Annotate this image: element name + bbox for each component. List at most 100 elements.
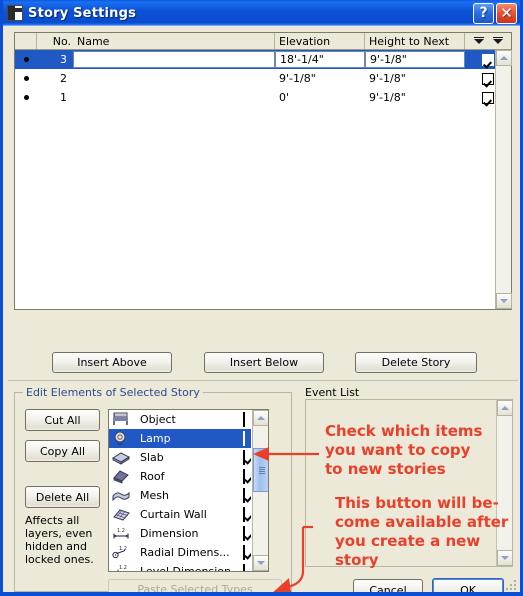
story-name-input[interactable] [73, 69, 275, 88]
list-item-label: Level Dimension [140, 565, 243, 571]
scroll-up-icon[interactable] [496, 50, 512, 66]
row-marker-icon[interactable] [15, 50, 37, 69]
story-number[interactable]: 3 [37, 50, 73, 69]
annotation-button-availability: This button will be- come available afte… [335, 494, 509, 569]
title-bar-left: Story Settings [7, 5, 471, 21]
edit-elements-group-title: Edit Elements of Selected Story [23, 386, 203, 399]
list-item-label: Slab [140, 451, 164, 464]
list-item-checkbox[interactable] [243, 412, 245, 427]
svg-text:1.2: 1.2 [119, 565, 127, 571]
curtain-wall-icon [112, 507, 131, 523]
story-app-icon [7, 5, 23, 21]
insert-above-button[interactable]: Insert Above [52, 352, 172, 373]
list-item[interactable]: Lamp [109, 429, 251, 448]
sort-arrows-icon [473, 36, 503, 44]
affects-all-layers-note: Affects all layers, even hidden and lock… [25, 514, 94, 566]
element-type-list-scrollbar[interactable] [252, 410, 268, 571]
event-scroll-up-icon[interactable] [497, 400, 512, 416]
list-item-checkbox[interactable] [243, 526, 245, 541]
separator [8, 380, 518, 381]
list-item-checkbox[interactable] [243, 431, 245, 446]
story-elevation[interactable]: 0' [275, 88, 365, 107]
list-item-checkbox[interactable] [243, 507, 245, 522]
help-icon[interactable]: ? [473, 2, 494, 24]
ok-button[interactable]: OK [432, 578, 504, 592]
list-item[interactable]: Slab [109, 448, 251, 467]
annotation-check-items: Check which items you want to copy to ne… [325, 422, 483, 478]
list-item[interactable]: 1.2 Radial Dimens... [109, 543, 251, 562]
story-elevation[interactable]: 9'-1/8" [275, 69, 365, 88]
list-scroll-down-icon[interactable] [253, 555, 268, 571]
lamp-icon [112, 431, 131, 447]
list-item[interactable]: Curtain Wall [109, 505, 251, 524]
copy-all-button[interactable]: Copy All [25, 440, 100, 462]
row-marker-icon[interactable] [15, 88, 37, 107]
list-item[interactable]: 1.2 Dimension [109, 524, 251, 543]
story-height-to-next[interactable]: 9'-1/8" [365, 51, 465, 68]
event-list-title: Event List [305, 386, 360, 399]
list-item-label: Dimension [140, 527, 199, 540]
table-row[interactable]: 3 18'-1/4" 9'-1/8" [15, 50, 511, 69]
column-header-elevation[interactable]: Elevation [275, 33, 365, 49]
dimension-icon: 1.2 [112, 526, 131, 542]
column-header-height-to-next[interactable]: Height to Next [365, 33, 465, 49]
list-item[interactable]: 1.2 Level Dimension [109, 562, 251, 571]
list-item-label: Lamp [140, 432, 171, 445]
list-scroll-thumb[interactable] [253, 448, 268, 492]
delete-all-button[interactable]: Delete All [25, 486, 100, 508]
delete-story-button[interactable]: Delete Story [355, 352, 477, 373]
cancel-button[interactable]: Cancel [353, 579, 423, 592]
roof-icon [112, 469, 131, 485]
list-item-checkbox[interactable] [243, 488, 245, 503]
list-item-label: Curtain Wall [140, 508, 207, 521]
resize-grip-icon[interactable] [506, 578, 518, 590]
list-scroll-up-icon[interactable] [253, 410, 268, 426]
radial-dimension-icon: 1.2 [112, 545, 131, 561]
story-name-input[interactable] [73, 51, 275, 68]
cut-all-button[interactable]: Cut All [25, 409, 100, 431]
slab-icon [111, 450, 131, 466]
title-bar[interactable]: Story Settings ? ✕ [3, 0, 520, 26]
row-marker-icon[interactable] [15, 69, 37, 88]
story-table-scrollbar[interactable] [495, 50, 512, 309]
table-row[interactable]: 2 9'-1/8" 9'-1/8" [15, 69, 511, 88]
story-number[interactable]: 1 [37, 88, 73, 107]
list-item-label: Object [140, 413, 176, 426]
insert-below-button[interactable]: Insert Below [204, 352, 324, 373]
column-header-no[interactable]: No. [37, 33, 73, 49]
scroll-down-icon[interactable] [496, 293, 512, 309]
column-header-bullet[interactable] [15, 33, 37, 49]
close-icon[interactable]: ✕ [496, 2, 517, 24]
list-item-checkbox[interactable] [243, 545, 245, 560]
table-row[interactable]: 1 0' 9'-1/8" [15, 88, 511, 107]
level-dimension-icon: 1.2 [112, 564, 131, 571]
list-item-checkbox[interactable] [243, 564, 245, 571]
element-type-list-rows: Object Lamp Slab Roof Mesh Curtain Wall 1.2 Dim… [109, 410, 251, 571]
column-header-name[interactable]: Name [73, 33, 275, 49]
list-item[interactable]: Roof [109, 467, 251, 486]
list-item-label: Roof [140, 470, 165, 483]
list-item-label: Radial Dimens... [140, 546, 230, 559]
story-elevation[interactable]: 18'-1/4" [275, 51, 365, 68]
story-height-to-next[interactable]: 9'-1/8" [365, 88, 465, 107]
story-height-to-next[interactable]: 9'-1/8" [365, 69, 465, 88]
list-item-label: Mesh [140, 489, 169, 502]
story-table: No. Name Elevation Height to Next 3 18'-1… [14, 32, 512, 310]
column-header-show-on-story[interactable] [465, 33, 511, 49]
dialog-content: No. Name Elevation Height to Next 3 18'-1… [3, 26, 520, 592]
list-item[interactable]: Object [109, 410, 251, 429]
element-type-list[interactable]: Object Lamp Slab Roof Mesh Curtain Wall 1.2 Dim… [108, 409, 269, 572]
story-table-header: No. Name Elevation Height to Next [15, 33, 511, 50]
story-number[interactable]: 2 [37, 69, 73, 88]
paste-selected-types-button[interactable]: Paste Selected Types [108, 579, 282, 592]
svg-text:1.2: 1.2 [117, 528, 125, 534]
list-item-checkbox[interactable] [243, 469, 245, 484]
window-title: Story Settings [28, 5, 137, 21]
list-item[interactable]: Mesh [109, 486, 251, 505]
object-icon [112, 412, 131, 428]
story-table-body: 3 18'-1/4" 9'-1/8" 2 9'-1/8" 9'-1/8" 1 0' 9'-1/8… [15, 50, 511, 309]
story-settings-dialog: Story Settings ? ✕ No. Name Elevation He… [0, 0, 523, 596]
list-item-checkbox[interactable] [243, 450, 245, 465]
story-name-input[interactable] [73, 88, 275, 107]
title-bar-buttons: ? ✕ [471, 2, 517, 24]
